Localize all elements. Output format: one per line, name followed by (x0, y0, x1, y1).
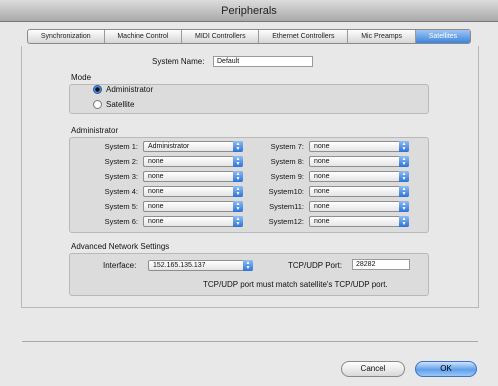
mode-satellite-label: Satellite (106, 100, 135, 109)
system-name-label: System Name: (152, 57, 205, 66)
cancel-button[interactable]: Cancel (341, 361, 405, 377)
port-input[interactable]: 28282 (352, 259, 410, 270)
system-7-label: System 7: (270, 142, 304, 151)
popup-arrows-icon: ▲ ▼ (399, 171, 409, 182)
interface-value: 152.165.135.137 (153, 262, 206, 269)
system-11-value: none (314, 203, 330, 210)
system-1-value: Administrator (148, 143, 190, 150)
system-5-value: none (148, 203, 164, 210)
system-6-label: System 6: (104, 217, 138, 226)
system-3-label: System 3: (104, 172, 138, 181)
system-7-value: none (314, 143, 330, 150)
popup-arrows-icon: ▲ ▼ (233, 216, 243, 227)
system-2-value: none (148, 158, 164, 165)
system-10-value: none (314, 188, 330, 195)
popup-arrows-icon: ▲ ▼ (399, 141, 409, 152)
system-10-label: System10: (268, 187, 304, 196)
mode-group-title: Mode (71, 73, 92, 82)
system-12-label: System12: (268, 217, 304, 226)
system-2-label: System 2: (104, 157, 138, 166)
port-note: TCP/UDP port must match satellite's TCP/… (203, 280, 388, 289)
popup-arrows-icon: ▲ ▼ (399, 156, 409, 167)
system-11-label: System11: (269, 202, 304, 211)
system-8-value: none (314, 158, 330, 165)
mode-satellite-radio[interactable]: Satellite (93, 100, 134, 109)
system-5-popup[interactable]: none ▲ ▼ (143, 201, 243, 212)
system-12-value: none (314, 218, 330, 225)
system-3-value: none (148, 173, 164, 180)
tab-bar: Synchronization Machine Control MIDI Con… (27, 29, 471, 44)
system-4-popup[interactable]: none ▲ ▼ (143, 186, 243, 197)
system-7-popup[interactable]: none ▲ ▼ (309, 141, 409, 152)
system-8-label: System 8: (270, 157, 304, 166)
popup-arrows-icon: ▲ ▼ (399, 186, 409, 197)
bottom-divider (22, 341, 478, 342)
administrator-group-title: Administrator (71, 126, 119, 135)
popup-arrows-icon: ▲ ▼ (399, 201, 409, 212)
tab-machine-control[interactable]: Machine Control (105, 30, 183, 43)
system-10-popup[interactable]: none ▲ ▼ (309, 186, 409, 197)
system-11-popup[interactable]: none ▲ ▼ (309, 201, 409, 212)
tab-mic-preamps[interactable]: Mic Preamps (348, 30, 416, 43)
system-1-label: System 1: (104, 142, 138, 151)
tab-ethernet-controllers[interactable]: Ethernet Controllers (259, 30, 349, 43)
system-2-popup[interactable]: none ▲ ▼ (143, 156, 243, 167)
radio-selected-icon (93, 85, 102, 94)
system-name-input[interactable]: Default (213, 56, 313, 67)
system-12-popup[interactable]: none ▲ ▼ (309, 216, 409, 227)
interface-popup[interactable]: 152.165.135.137 ▲ ▼ (148, 260, 253, 271)
network-group-title: Advanced Network Settings (71, 242, 170, 251)
system-9-label: System 9: (270, 172, 304, 181)
system-9-value: none (314, 173, 330, 180)
system-4-value: none (148, 188, 164, 195)
port-label: TCP/UDP Port: (288, 261, 343, 270)
mode-administrator-label: Administrator (106, 85, 154, 94)
tab-midi-controllers[interactable]: MIDI Controllers (182, 30, 260, 43)
radio-unselected-icon (93, 100, 102, 109)
system-8-popup[interactable]: none ▲ ▼ (309, 156, 409, 167)
tab-synchronization[interactable]: Synchronization (28, 30, 105, 43)
peripherals-window: Synchronization Machine Control MIDI Con… (0, 22, 498, 386)
popup-arrows-icon: ▲ ▼ (399, 216, 409, 227)
tab-satellites[interactable]: Satellites (415, 30, 470, 43)
popup-arrows-icon: ▲ ▼ (233, 141, 243, 152)
system-1-popup[interactable]: Administrator ▲ ▼ (143, 141, 243, 152)
window-title: Peripherals (0, 0, 498, 22)
system-5-label: System 5: (104, 202, 138, 211)
interface-label: Interface: (103, 261, 137, 270)
ok-button[interactable]: OK (415, 361, 477, 377)
mode-administrator-radio[interactable]: Administrator (93, 85, 153, 94)
system-3-popup[interactable]: none ▲ ▼ (143, 171, 243, 182)
system-4-label: System 4: (104, 187, 138, 196)
popup-arrows-icon: ▲ ▼ (233, 156, 243, 167)
popup-arrows-icon: ▲ ▼ (233, 186, 243, 197)
popup-arrows-icon: ▲ ▼ (233, 201, 243, 212)
popup-arrows-icon: ▲ ▼ (243, 260, 253, 271)
system-9-popup[interactable]: none ▲ ▼ (309, 171, 409, 182)
popup-arrows-icon: ▲ ▼ (233, 171, 243, 182)
system-6-value: none (148, 218, 164, 225)
system-6-popup[interactable]: none ▲ ▼ (143, 216, 243, 227)
